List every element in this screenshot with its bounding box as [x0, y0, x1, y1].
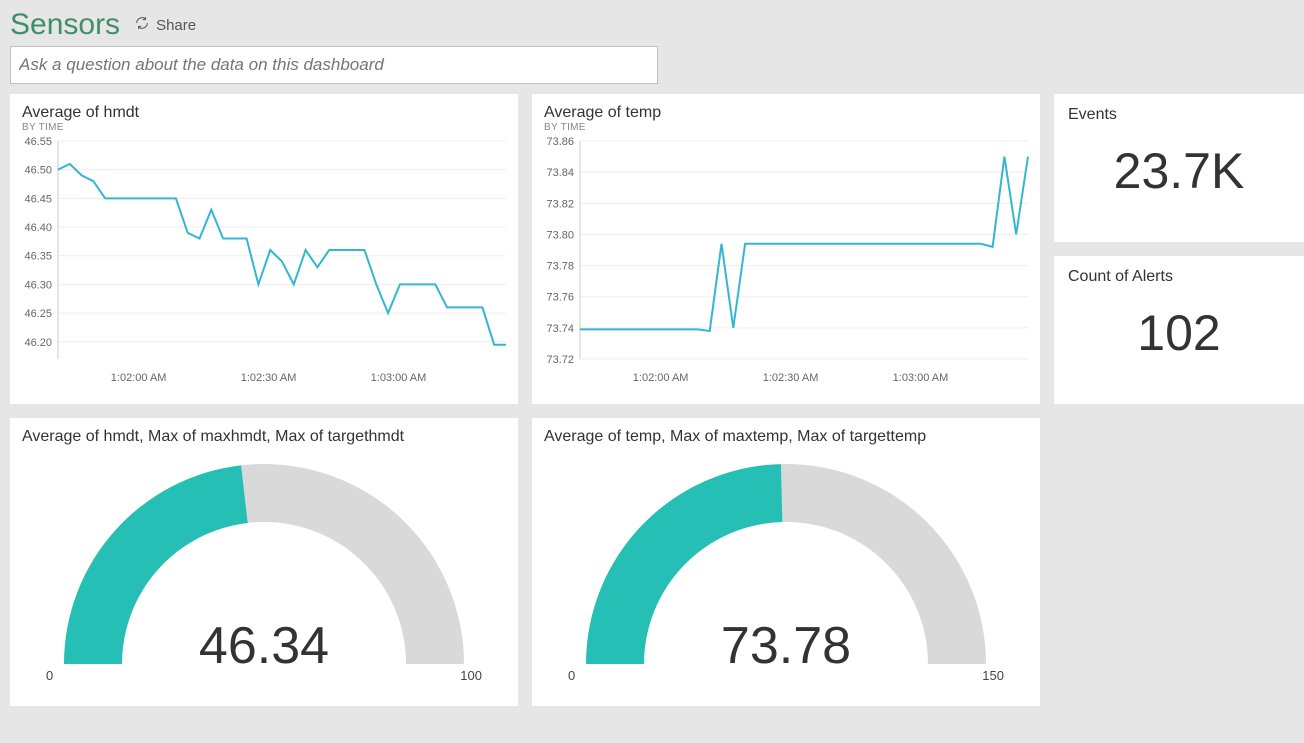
tile-temp-gauge[interactable]: Average of temp, Max of maxtemp, Max of … [532, 418, 1040, 706]
svg-text:73.72: 73.72 [546, 354, 574, 366]
header: Sensors Share [0, 0, 1304, 46]
tile-subtitle: BY TIME [10, 122, 518, 133]
gauge-min-label: 0 [46, 668, 53, 683]
svg-text:46.45: 46.45 [24, 193, 52, 205]
svg-text:1:02:30 AM: 1:02:30 AM [241, 372, 297, 384]
svg-text:73.78: 73.78 [546, 261, 574, 273]
gauge-max-label: 100 [460, 668, 482, 683]
svg-text:1:02:00 AM: 1:02:00 AM [111, 372, 167, 384]
tile-alerts[interactable]: Count of Alerts 102 [1054, 256, 1304, 404]
card-value: 23.7K [1054, 124, 1304, 226]
svg-text:46.55: 46.55 [24, 136, 52, 148]
tile-hmdt-gauge[interactable]: Average of hmdt, Max of maxhmdt, Max of … [10, 418, 518, 706]
chart-area: 73.72 73.74 73.76 73.78 73.80 73.82 73.84 73.86… [532, 133, 1040, 393]
svg-text:46.30: 46.30 [24, 279, 52, 291]
tile-title: Average of hmdt [10, 94, 518, 122]
svg-text:73.84: 73.84 [546, 167, 574, 179]
svg-text:73.74: 73.74 [546, 323, 574, 335]
card-value: 102 [1054, 286, 1304, 388]
share-button[interactable]: Share [134, 15, 196, 35]
card-label: Events [1054, 94, 1304, 124]
tile-events[interactable]: Events 23.7K [1054, 94, 1304, 242]
gauge-area: 73.78 0 150 [532, 446, 1040, 706]
svg-text:46.35: 46.35 [24, 251, 52, 263]
svg-text:46.20: 46.20 [24, 337, 52, 349]
dashboard-grid: Average of hmdt BY TIME 46.2046.2546.304… [0, 94, 1304, 706]
cards-column: Events 23.7K Count of Alerts 102 [1054, 94, 1304, 404]
qna-row [0, 46, 1304, 94]
svg-text:73.80: 73.80 [546, 229, 574, 241]
svg-text:73.76: 73.76 [546, 292, 574, 304]
gauge-value: 73.78 [532, 616, 1040, 676]
gauge-min-label: 0 [568, 668, 575, 683]
svg-text:46.40: 46.40 [24, 222, 52, 234]
tile-title: Average of temp, Max of maxtemp, Max of … [532, 418, 1040, 446]
line-chart-hmdt: 46.20 46.25 46.30 46.35 46.40 46.45 46.50 46.55… [10, 133, 518, 393]
tile-subtitle: BY TIME [532, 122, 1040, 133]
empty-cell [1054, 418, 1304, 706]
svg-text:73.86: 73.86 [546, 136, 574, 148]
svg-text:73.82: 73.82 [546, 198, 574, 210]
svg-text:46.50: 46.50 [24, 165, 52, 177]
card-label: Count of Alerts [1054, 256, 1304, 286]
gauge-max-label: 150 [982, 668, 1004, 683]
tile-temp-line[interactable]: Average of temp BY TIME 73.7273.7473.767… [532, 94, 1040, 404]
refresh-share-icon [134, 15, 150, 35]
line-chart-temp: 73.72 73.74 73.76 73.78 73.80 73.82 73.84 73.86… [532, 133, 1040, 393]
svg-text:1:02:30 AM: 1:02:30 AM [763, 372, 819, 384]
gauge-value: 46.34 [10, 616, 518, 676]
svg-text:1:03:00 AM: 1:03:00 AM [893, 372, 949, 384]
tile-title: Average of hmdt, Max of maxhmdt, Max of … [10, 418, 518, 446]
page-title: Sensors [10, 8, 120, 42]
gauge-area: 46.34 0 100 [10, 446, 518, 706]
chart-area: 46.20 46.25 46.30 46.35 46.40 46.45 46.50 46.55… [10, 133, 518, 393]
share-label: Share [156, 17, 196, 34]
svg-text:46.25: 46.25 [24, 308, 52, 320]
qna-input[interactable] [10, 46, 658, 84]
svg-text:1:03:00 AM: 1:03:00 AM [371, 372, 427, 384]
tile-hmdt-line[interactable]: Average of hmdt BY TIME 46.2046.2546.304… [10, 94, 518, 404]
svg-text:1:02:00 AM: 1:02:00 AM [633, 372, 689, 384]
tile-title: Average of temp [532, 94, 1040, 122]
